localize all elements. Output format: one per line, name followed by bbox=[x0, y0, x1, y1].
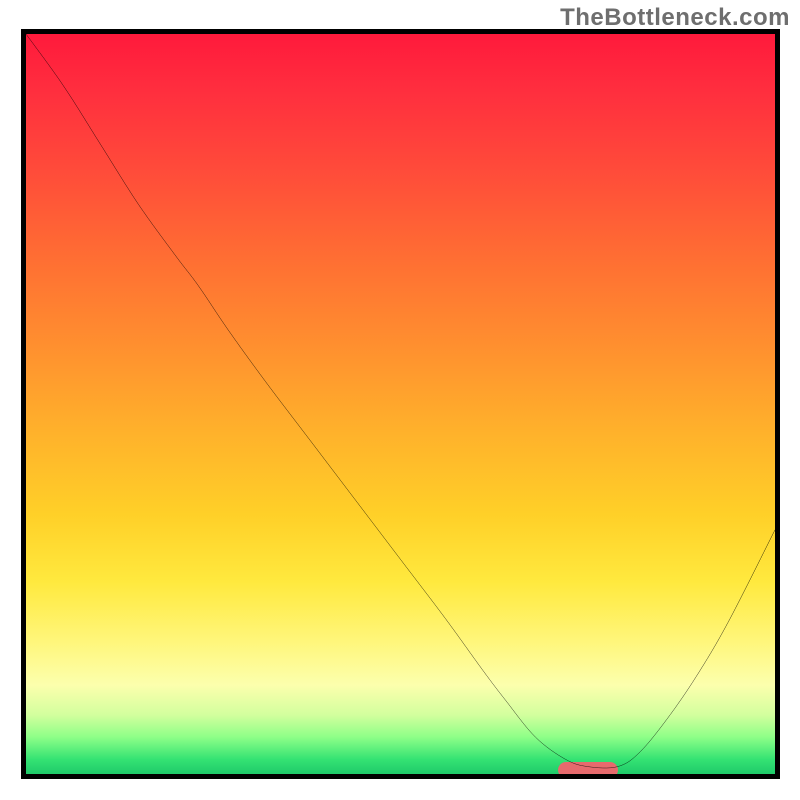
plot-inner bbox=[26, 34, 775, 774]
chart-container: TheBottleneck.com bbox=[0, 0, 800, 800]
bottleneck-curve-svg bbox=[26, 34, 775, 774]
plot-frame bbox=[21, 29, 780, 779]
bottleneck-curve bbox=[26, 34, 775, 768]
watermark-text: TheBottleneck.com bbox=[560, 4, 790, 32]
